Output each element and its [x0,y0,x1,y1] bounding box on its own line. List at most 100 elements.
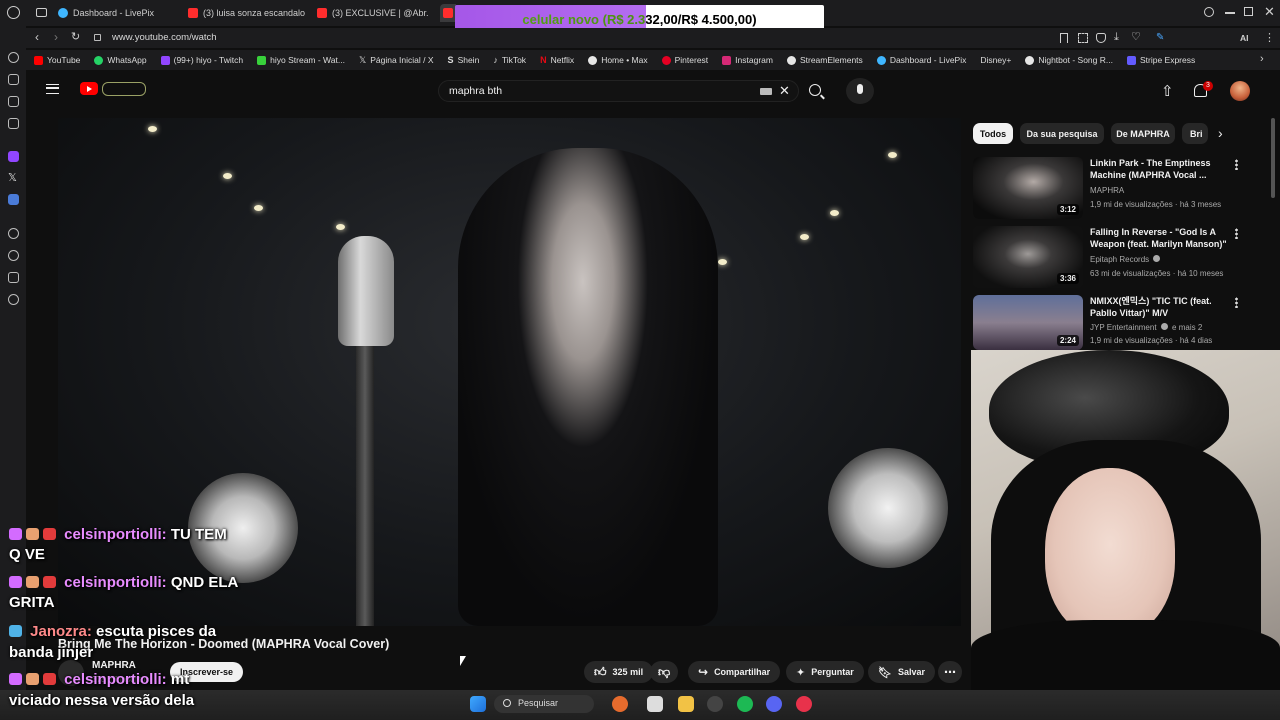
play-icon[interactable] [8,228,19,239]
history-icon[interactable] [8,250,19,261]
more-vertical-icon[interactable] [1235,297,1238,308]
video-player[interactable] [58,118,961,626]
active-tab[interactable] [440,4,456,22]
chat-message: celsinportiolli: TU TEM [9,526,227,543]
bag-icon[interactable] [8,74,19,85]
search-icon[interactable] [809,84,821,96]
discord-icon[interactable] [766,696,782,712]
tab-manager-icon[interactable] [36,8,47,17]
chevron-right-icon[interactable]: › [1218,125,1223,141]
voice-search-button[interactable] [846,78,874,104]
bookmark-max[interactable]: Home • Max [588,55,648,65]
bookmark-livepix[interactable]: Dashboard - LivePix [876,55,966,65]
menu-icon[interactable] [46,84,59,94]
bookmark-youtube[interactable]: YouTube [34,55,80,65]
chevron-right-icon[interactable]: › [1260,53,1264,65]
keyboard-icon[interactable] [760,88,772,95]
video-title[interactable]: Linkin Park - The Emptiness Machine (MAP… [1090,157,1230,181]
search-input[interactable]: maphra bth [449,85,502,97]
browser-menu-icon[interactable] [7,6,20,19]
browser-tab[interactable]: (3) EXCLUSIVE | @Abr. - I [317,4,429,22]
wallet-icon[interactable] [8,96,19,107]
recommended-video[interactable]: 3:36 Falling In Reverse - "God Is A Weap… [973,226,1263,288]
bookmark-tiktok[interactable]: ♪ TikTok [493,55,526,65]
compass-icon[interactable] [8,52,19,63]
dislike-button[interactable]: 👎︎ [650,661,678,683]
search-box[interactable]: maphra bth ✕ [438,80,799,102]
bookmark-streamelements[interactable]: StreamElements [786,55,863,65]
bookmark-netflix[interactable]: N Netflix [540,55,574,65]
channel-name[interactable]: MAPHRA [1090,186,1124,195]
bookmark-shein[interactable]: S Shein [448,55,480,65]
app-icon[interactable] [8,194,19,205]
video-title[interactable]: NMIXX(엔믹스) "TIC TIC (feat. Pabllo Vittar… [1090,295,1230,319]
bookmark-whatsapp[interactable]: WhatsApp [94,55,147,65]
like-button[interactable]: 👍︎ 325 mil [584,661,654,683]
shield-icon[interactable] [1096,33,1106,43]
folder-icon[interactable] [678,696,694,712]
opera-icon[interactable] [796,696,812,712]
gear-icon[interactable] [8,294,19,305]
bookmark-star-icon[interactable] [1060,33,1068,43]
obs-icon[interactable] [647,696,663,712]
bookmark-disney[interactable]: Disney+ [980,55,1011,65]
recommended-video[interactable]: 3:12 Linkin Park - The Emptiness Machine… [973,157,1263,219]
ask-button[interactable]: ✦ Perguntar [786,661,864,683]
more-vertical-icon[interactable] [1235,228,1238,239]
reload-icon[interactable]: ↻ [71,30,80,43]
chip-bring-me[interactable]: Bri [1182,123,1208,144]
video-title[interactable]: Falling In Reverse - "God Is A Weapon (f… [1090,226,1230,250]
screenshot-icon[interactable] [1078,33,1088,43]
x-icon[interactable]: 𝕏 [8,171,17,184]
share-button[interactable]: ↪ Compartilhar [688,661,781,683]
windows-start-icon[interactable] [470,696,486,712]
browser-tab[interactable]: (3) luisa sonza escandalo [188,4,306,22]
video-thumbnail[interactable]: 3:12 [973,157,1083,219]
avatar[interactable] [1230,81,1250,101]
bookmark-nightbot[interactable]: Nightbot - Song R... [1025,55,1113,65]
more-actions-button[interactable]: ⋯ [938,661,962,683]
clear-search-icon[interactable]: ✕ [779,83,790,99]
video-thumbnail[interactable]: 2:24 [973,295,1083,350]
download-icon[interactable]: ⤓ [1114,31,1119,44]
video-thumbnail[interactable]: 3:36 [973,226,1083,288]
recommended-video[interactable]: 2:24 NMIXX(엔믹스) "TIC TIC (feat. Pabllo V… [973,295,1263,353]
extension-icon[interactable]: ✎ [1156,32,1164,43]
chip-from-search[interactable]: Da sua pesquisa [1020,123,1104,144]
youtube-logo[interactable] [80,82,98,95]
upload-icon[interactable]: ⇧ [1161,82,1174,100]
url-text[interactable]: www.youtube.com/watch [112,32,217,43]
more-vertical-icon[interactable] [1235,159,1238,170]
bookmark-stripe[interactable]: Stripe Express [1126,55,1195,65]
taskbar-search[interactable]: Pesquisar [494,695,594,713]
chip-from-maphra[interactable]: De MAPHRA [1111,123,1175,144]
channel-name[interactable]: MAPHRA [92,660,136,671]
bookmark-x[interactable]: 𝕏 Página Inicial / X [359,55,434,66]
back-icon[interactable]: ‹ [35,30,39,44]
heart-icon[interactable]: ♡ [1131,30,1141,43]
bookmark-twitch[interactable]: (99+) hiyo - Twitch [160,55,243,65]
chip-all[interactable]: Todos [973,123,1013,144]
search-icon[interactable] [1204,7,1214,17]
scrollbar[interactable] [1271,118,1275,198]
webcam-overlay [971,350,1280,690]
minimize-icon[interactable] [1225,12,1235,14]
close-icon[interactable]: ✕ [1264,5,1275,18]
save-button[interactable]: 🔖︎ Salvar [868,661,935,683]
twitch-icon[interactable] [8,151,19,162]
browser-icon[interactable] [707,696,723,712]
bookmark-hiyo-stream[interactable]: hiyo Stream - Wat... [257,55,345,65]
ai-label[interactable]: AI [1240,33,1249,43]
cube-icon[interactable] [8,272,19,283]
bookmark-instagram[interactable]: Instagram [722,55,773,65]
channel-name[interactable]: Epitaph Records [1090,255,1161,264]
browser-tab[interactable]: Dashboard - LivePix [58,4,178,22]
app-icon[interactable] [612,696,628,712]
channel-name[interactable]: JYP Entertainment e mais 2 [1090,323,1202,332]
forward-icon[interactable]: › [54,30,58,44]
spotify-icon[interactable] [737,696,753,712]
bookmark-pinterest[interactable]: Pinterest [661,55,708,65]
restore-icon[interactable] [1244,7,1253,16]
more-icon[interactable]: ⋮ [1264,31,1275,44]
chat-icon[interactable] [8,118,19,129]
